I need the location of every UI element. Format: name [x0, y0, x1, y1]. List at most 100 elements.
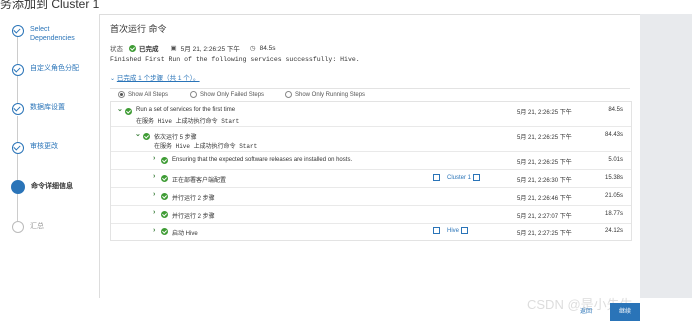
check-icon: [12, 142, 24, 154]
command-meta: 状态 已完成 ▣ 5月 21, 2:26:25 下午 ◷ 84.5s: [110, 43, 276, 53]
table-row[interactable]: ⌄ 依次运行 5 步骤 在服务 Hive 上成功执行命令 Start 5月 21…: [111, 127, 631, 152]
filter-label: Show Only Running Steps: [295, 91, 366, 98]
right-panel: [640, 14, 692, 298]
wizard-steps: Select Dependencies 自定义角色分配 数据库设置 审核更改 命…: [0, 14, 100, 298]
step-time: 5月 21, 2:27:07 下午: [517, 214, 572, 220]
external-link-icon: [433, 227, 440, 234]
status-label: 状态: [110, 46, 123, 53]
success-icon: [161, 228, 168, 235]
radio-selected-icon: [118, 91, 125, 98]
continue-button[interactable]: 继续: [610, 303, 640, 321]
success-icon: [129, 44, 136, 52]
step-time: 5月 21, 2:27:25 下午: [517, 231, 572, 237]
command-date: 5月 21, 2:26:25 下午: [180, 46, 240, 53]
wizard-step-label: 汇总: [30, 223, 44, 230]
back-button[interactable]: 返回: [580, 306, 592, 315]
step-duration: 84.43s: [604, 132, 623, 138]
link-label: Hive: [447, 227, 460, 234]
wizard-step-review-changes[interactable]: 审核更改: [12, 142, 90, 154]
step-name: Run a set of services for the first time: [136, 107, 236, 113]
filter-running-steps[interactable]: Show Only Running Steps: [285, 91, 365, 98]
table-row[interactable]: › 正在部署客户端配置 Cluster 1 5月 21, 2:26:30 下午 …: [111, 170, 631, 188]
step-time: 5月 21, 2:26:25 下午: [517, 135, 572, 141]
check-icon: [12, 103, 24, 115]
step-name: 并行运行 2 步骤: [172, 196, 215, 202]
step-duration: 24.12s: [604, 228, 623, 234]
success-icon: [161, 175, 168, 182]
step-connector: [17, 192, 18, 224]
chevron-right-icon[interactable]: ›: [153, 227, 155, 234]
radio-icon: [285, 91, 292, 98]
wizard-step-label: 审核更改: [30, 143, 58, 150]
step-duration: 15.38s: [604, 175, 623, 181]
command-header: 首次运行 命令: [110, 22, 630, 35]
table-row[interactable]: › Ensuring that the expected software re…: [111, 152, 631, 170]
external-link-icon: [433, 174, 440, 181]
current-step-icon: [11, 180, 25, 194]
success-icon: [161, 157, 168, 164]
step-duration: 84.5s: [608, 107, 623, 113]
chevron-right-icon[interactable]: ›: [153, 173, 155, 180]
steps-table: ⌄ Run a set of services for the first ti…: [110, 101, 632, 241]
clock-icon: ◷: [249, 45, 256, 52]
steps-summary-text: 已完成 1 个步骤（共 1 个）。: [116, 75, 200, 82]
command-title: 首次运行 命令: [110, 24, 167, 34]
step-duration: 5.01s: [608, 157, 623, 163]
chevron-right-icon[interactable]: ›: [153, 155, 155, 162]
wizard-step-label: 自定义角色分配: [30, 65, 79, 72]
step-name: 并行运行 2 步骤: [172, 214, 215, 220]
hive-link[interactable]: Hive: [433, 227, 469, 234]
chevron-right-icon[interactable]: ›: [153, 191, 155, 198]
table-row[interactable]: › 启动 Hive Hive 5月 21, 2:27:25 下午 24.12s: [111, 224, 631, 239]
wizard-step-select-dependencies[interactable]: Select Dependencies: [12, 25, 90, 43]
step-name: 启动 Hive: [172, 231, 198, 237]
check-icon: [12, 64, 24, 76]
steps-summary-toggle[interactable]: ⌄ 已完成 1 个步骤（共 1 个）。: [110, 72, 200, 82]
link-label: Cluster 1: [447, 174, 472, 181]
pending-step-icon: [12, 221, 24, 233]
step-detail: 在服务 Hive 上成功执行命令 Start: [154, 143, 258, 150]
step-time: 5月 21, 2:26:46 下午: [517, 196, 572, 202]
step-name: 依次运行 5 步骤: [154, 135, 197, 141]
status-value: 已完成: [139, 46, 159, 53]
step-time: 5月 21, 2:26:30 下午: [517, 178, 572, 184]
check-icon: [12, 25, 24, 37]
filter-all-steps[interactable]: Show All Steps: [118, 91, 168, 98]
command-duration: 84.5s: [259, 44, 276, 52]
wizard-step-label: 命令详细信息: [31, 183, 73, 190]
chevron-down-icon[interactable]: ⌄: [117, 105, 123, 113]
wizard-step-summary[interactable]: 汇总: [12, 221, 90, 233]
step-duration: 21.05s: [604, 193, 623, 199]
wizard-step-role-assignment[interactable]: 自定义角色分配: [12, 64, 90, 76]
step-detail: 在服务 Hive 上成功执行命令 Start: [136, 118, 240, 125]
filter-failed-steps[interactable]: Show Only Failed Steps: [190, 91, 264, 98]
success-icon: [125, 108, 132, 115]
external-link-icon: [461, 227, 469, 234]
filter-label: Show All Steps: [128, 91, 169, 98]
chevron-down-icon: ⌄: [110, 76, 116, 82]
calendar-icon: ▣: [170, 45, 177, 52]
chevron-down-icon[interactable]: ⌄: [135, 130, 141, 138]
step-time: 5月 21, 2:26:25 下午: [517, 160, 572, 166]
wizard-step-label: 数据库设置: [30, 104, 65, 111]
step-filters: Show All Steps Show Only Failed Steps Sh…: [110, 88, 630, 102]
step-name: 正在部署客户端配置: [172, 178, 227, 184]
wizard-step-database-setup[interactable]: 数据库设置: [12, 103, 90, 115]
radio-icon: [190, 91, 197, 98]
cluster-link[interactable]: Cluster 1: [433, 174, 481, 181]
table-row[interactable]: › 并行运行 2 步骤 5月 21, 2:27:07 下午 18.77s: [111, 206, 631, 224]
step-name: Ensuring that the expected software rele…: [172, 157, 353, 163]
success-icon: [143, 133, 150, 140]
table-row[interactable]: ⌄ Run a set of services for the first ti…: [111, 102, 631, 127]
filter-label: Show Only Failed Steps: [200, 91, 265, 98]
wizard-step-command-details[interactable]: 命令详细信息: [11, 180, 91, 194]
table-row[interactable]: › 并行运行 2 步骤 5月 21, 2:26:46 下午 21.05s: [111, 188, 631, 206]
step-duration: 18.77s: [604, 211, 623, 217]
step-time: 5月 21, 2:26:25 下午: [517, 110, 572, 116]
page-title: 务添加到 Cluster 1: [0, 0, 100, 11]
chevron-right-icon[interactable]: ›: [153, 209, 155, 216]
wizard-step-label: Select Dependencies: [30, 26, 75, 42]
command-message: Finished First Run of the following serv…: [110, 56, 360, 63]
success-icon: [161, 193, 168, 200]
external-link-icon: [473, 174, 481, 181]
